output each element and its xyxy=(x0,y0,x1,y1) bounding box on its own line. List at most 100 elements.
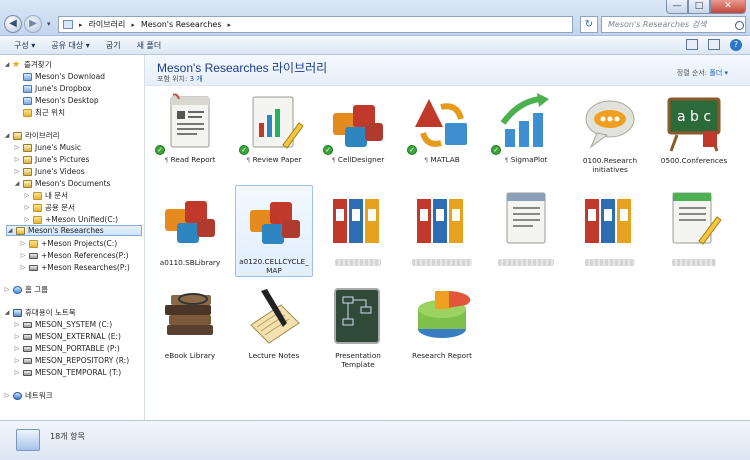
item-read-report[interactable]: ✓ ¶ Read Report xyxy=(151,89,229,181)
nav-item-meson-researches[interactable]: ◢ Meson's Researches xyxy=(6,225,142,236)
new-folder-button[interactable]: 새 폴더 xyxy=(137,40,162,51)
nav-item-pictures[interactable]: ▷ June's Pictures xyxy=(14,154,90,165)
breadcrumb-separator[interactable]: ▸ xyxy=(131,21,135,29)
item-matlab[interactable]: ✓ ¶ MATLAB xyxy=(403,89,481,181)
nav-computer[interactable]: ◢ 휴대용이 노트북 xyxy=(4,307,76,318)
burn-button[interactable]: 굽기 xyxy=(106,40,121,51)
back-button[interactable]: ◀ xyxy=(4,15,22,33)
nav-label: June's Dropbox xyxy=(35,84,92,93)
nav-homegroup[interactable]: ▷ 홈 그룹 xyxy=(4,284,48,295)
breadcrumb-separator[interactable]: ▸ xyxy=(79,21,83,29)
nav-item-meson-unified[interactable]: ▷ +Meson Unified(C:) xyxy=(24,214,118,225)
expand-arrow-icon[interactable]: ▷ xyxy=(24,192,30,199)
item-research-initiatives[interactable]: 0100.Research initiatives xyxy=(571,89,649,181)
nav-item-desktop[interactable]: Meson's Desktop xyxy=(20,95,99,106)
nav-label: 최근 위치 xyxy=(35,108,65,117)
collapse-arrow-icon[interactable]: ◢ xyxy=(14,180,20,187)
notepad-pen-icon xyxy=(250,289,300,344)
nav-libraries[interactable]: ◢ 라이브러리 xyxy=(4,130,60,141)
nav-item-music[interactable]: ▷ June's Music xyxy=(14,142,81,153)
breadcrumb-current[interactable]: Meson's Researches xyxy=(141,20,222,29)
search-icon[interactable] xyxy=(735,21,744,30)
item-blurred-notes[interactable] xyxy=(655,185,733,277)
item-ebook-library[interactable]: eBook Library xyxy=(151,281,229,373)
pin-icon: ¶ xyxy=(504,157,509,164)
minimize-button[interactable]: — xyxy=(666,0,688,14)
nav-label: MESON_TEMPORAL (T:) xyxy=(35,368,122,377)
breadcrumb-separator[interactable]: ▸ xyxy=(228,21,232,29)
nav-drive-portable[interactable]: ▷ MESON_PORTABLE (P:) xyxy=(14,343,120,354)
item-conferences[interactable]: a b c 0500.Conferences xyxy=(655,89,733,181)
nav-item-documents[interactable]: ◢ Meson's Documents xyxy=(14,178,111,189)
expand-arrow-icon[interactable]: ▷ xyxy=(14,168,20,175)
item-sigmaplot[interactable]: ✓ ¶ SigmaPlot xyxy=(487,89,565,181)
nav-drive-system[interactable]: ▷ MESON_SYSTEM (C:) xyxy=(14,319,112,330)
redacted-text xyxy=(498,259,554,266)
preview-pane-icon[interactable] xyxy=(708,39,720,50)
nav-item-dropbox[interactable]: June's Dropbox xyxy=(20,83,91,94)
nav-drive-external[interactable]: ▷ MESON_EXTERNAL (E:) xyxy=(14,331,121,342)
expand-arrow-icon[interactable]: ▷ xyxy=(14,345,20,352)
nav-item-public-documents[interactable]: ▷ 공용 문서 xyxy=(24,202,75,213)
forward-button[interactable]: ▶ xyxy=(24,15,42,33)
item-label: a0120.CELLCYCLE_MAP xyxy=(239,257,309,275)
expand-arrow-icon[interactable]: ▷ xyxy=(14,156,20,163)
item-blurred-binders-1[interactable] xyxy=(319,185,397,277)
refresh-button[interactable]: ↻ xyxy=(580,16,598,33)
expand-arrow-icon[interactable]: ▷ xyxy=(24,204,30,211)
expand-arrow-icon[interactable]: ▷ xyxy=(4,392,10,399)
item-sblibrary[interactable]: a0110.SBLibrary xyxy=(151,185,229,277)
nav-item-recent[interactable]: 최근 위치 xyxy=(20,107,65,118)
expand-arrow-icon[interactable]: ▷ xyxy=(14,144,20,151)
nav-favorites[interactable]: ◢ ★ 즐겨찾기 xyxy=(4,59,52,70)
collapse-arrow-icon[interactable]: ◢ xyxy=(4,309,10,316)
share-with-button[interactable]: 공유 대상 ▾ xyxy=(51,40,90,51)
item-research-report[interactable]: Research Report xyxy=(403,281,481,373)
item-lecture-notes[interactable]: Lecture Notes xyxy=(235,281,313,373)
maximize-button[interactable]: □ xyxy=(688,0,710,14)
breadcrumb-libraries[interactable]: 라이브러리 xyxy=(89,19,126,30)
expand-arrow-icon[interactable]: ▷ xyxy=(20,252,26,259)
expand-arrow-icon[interactable]: ▷ xyxy=(20,240,26,247)
nav-item-videos[interactable]: ▷ June's Videos xyxy=(14,166,85,177)
organize-button[interactable]: 구성 ▾ xyxy=(14,40,35,51)
expand-arrow-icon[interactable]: ▷ xyxy=(14,333,20,340)
item-celldesigner[interactable]: ✓ ¶ CellDesigner xyxy=(319,89,397,181)
nav-item-meson-references[interactable]: ▷ +Meson References(P:) xyxy=(20,250,129,261)
recent-pages-dropdown[interactable]: ▾ xyxy=(47,20,51,28)
nav-network[interactable]: ▷ 네트워크 xyxy=(4,390,53,401)
collapse-arrow-icon[interactable]: ◢ xyxy=(4,132,10,139)
expand-arrow-icon[interactable]: ▷ xyxy=(24,216,30,223)
libraries-icon xyxy=(13,131,22,140)
help-icon[interactable]: ? xyxy=(730,39,742,51)
search-input[interactable]: Meson's Researches 검색 xyxy=(601,16,746,33)
nav-drive-temporal[interactable]: ▷ MESON_TEMPORAL (T:) xyxy=(14,367,122,378)
item-blurred-binders-3[interactable] xyxy=(571,185,649,277)
nav-drive-repository[interactable]: ▷ MESON_REPOSITORY (R:) xyxy=(14,355,129,366)
nav-item-meson-researches-p[interactable]: ▷ +Meson Researches(P:) xyxy=(20,262,130,273)
close-button[interactable]: ✕ xyxy=(710,0,746,14)
expand-arrow-icon[interactable]: ▷ xyxy=(14,321,20,328)
collapse-arrow-icon[interactable]: ◢ xyxy=(4,61,10,68)
expand-arrow-icon[interactable]: ▷ xyxy=(4,286,10,293)
item-blurred-document[interactable] xyxy=(487,185,565,277)
collapse-arrow-icon[interactable]: ◢ xyxy=(7,227,13,234)
arrange-dropdown[interactable]: 폴더 ▾ xyxy=(709,69,728,77)
item-cellcycle-map[interactable]: a0120.CELLCYCLE_MAP xyxy=(235,185,313,277)
expand-arrow-icon[interactable]: ▷ xyxy=(14,357,20,364)
item-label: eBook Library xyxy=(164,351,216,360)
nav-item-meson-projects[interactable]: ▷ +Meson Projects(C:) xyxy=(20,238,118,249)
expand-arrow-icon[interactable]: ▷ xyxy=(20,264,26,271)
item-presentation-template[interactable]: Presentation Template xyxy=(319,281,397,373)
item-review-paper[interactable]: ✓ ¶ Review Paper xyxy=(235,89,313,181)
flowchart-board-icon xyxy=(334,288,380,344)
item-label-redacted xyxy=(571,259,649,269)
view-options-icon[interactable] xyxy=(686,39,698,50)
nav-item-download[interactable]: Meson's Download xyxy=(20,71,105,82)
breadcrumb[interactable]: ▸ 라이브러리 ▸ Meson's Researches ▸ xyxy=(58,16,573,33)
sync-check-icon: ✓ xyxy=(407,145,417,155)
item-blurred-binders-2[interactable] xyxy=(403,185,481,277)
nav-item-my-documents[interactable]: ▷ 내 문서 xyxy=(24,190,68,201)
expand-arrow-icon[interactable]: ▷ xyxy=(14,369,20,376)
includes-link[interactable]: 3 개 xyxy=(190,75,203,83)
